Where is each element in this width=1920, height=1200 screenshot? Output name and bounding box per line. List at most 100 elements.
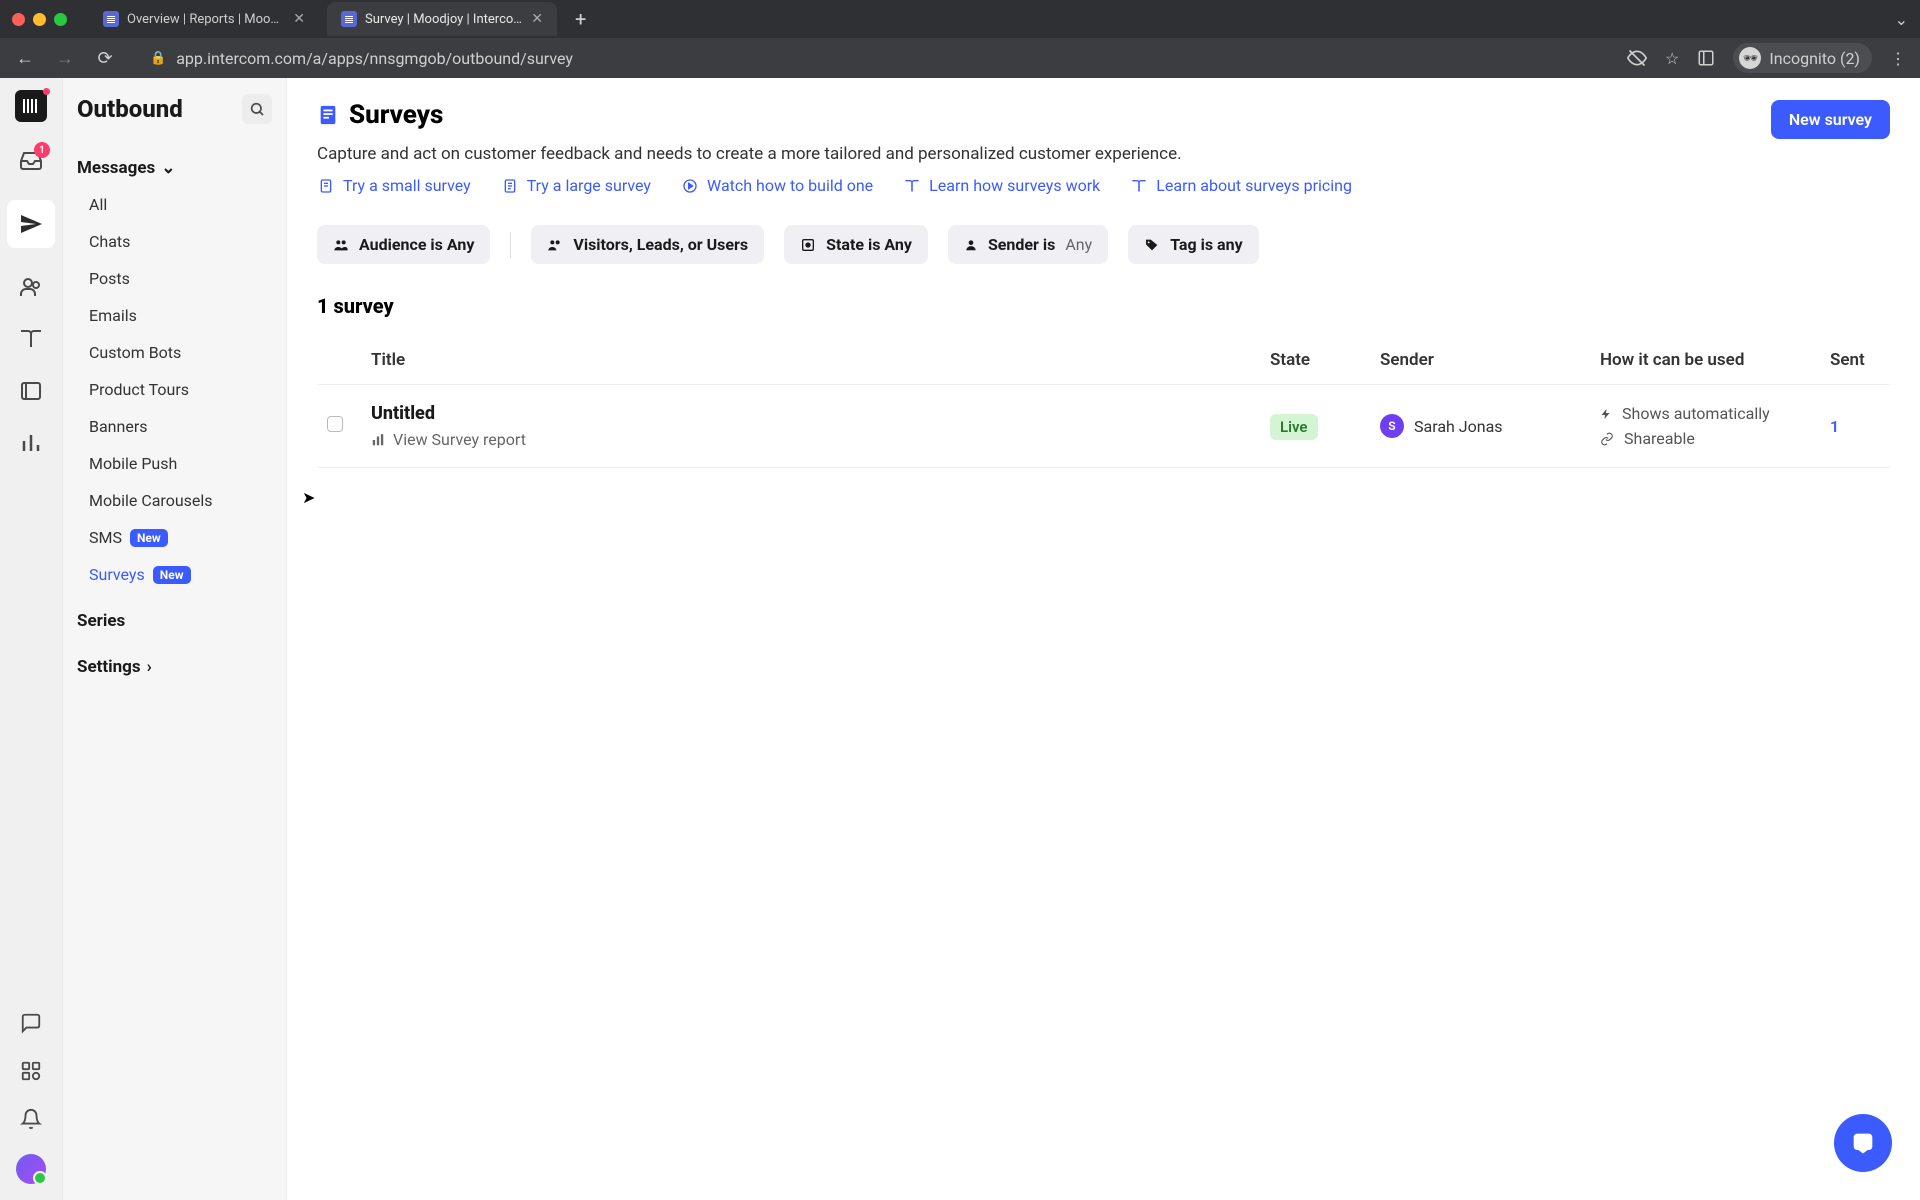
- sidebar-item-emails[interactable]: Emails: [63, 297, 286, 334]
- tab-title: Survey | Moodjoy | Intercom: [365, 12, 523, 27]
- lock-icon: 🔒: [150, 51, 166, 66]
- window-controls: [12, 13, 67, 26]
- tabs-dropdown-icon[interactable]: ⌄: [1895, 10, 1908, 29]
- new-survey-button[interactable]: New survey: [1771, 100, 1890, 139]
- minimize-window-button[interactable]: [33, 13, 46, 26]
- eye-off-icon[interactable]: [1627, 48, 1647, 68]
- rail-contacts[interactable]: [18, 274, 44, 300]
- doc-icon: [501, 177, 519, 195]
- filter-row: Audience is Any Visitors, Leads, or User…: [317, 225, 1890, 264]
- state-badge: Live: [1270, 414, 1318, 440]
- rail-user-avatar[interactable]: [16, 1154, 46, 1184]
- rail-reports[interactable]: [18, 430, 44, 456]
- sidebar-item-mobile-push[interactable]: Mobile Push: [63, 445, 286, 482]
- state-icon: [800, 237, 816, 253]
- reload-button[interactable]: ⟳: [94, 48, 116, 69]
- filter-audience[interactable]: Audience is Any: [317, 225, 490, 264]
- sidebar-item-surveys[interactable]: Surveys New: [63, 556, 286, 593]
- survey-icon: [317, 102, 339, 128]
- incognito-icon: 🕶: [1739, 47, 1761, 69]
- rail-articles[interactable]: [18, 326, 44, 352]
- intercom-favicon: [103, 11, 119, 27]
- chart-icon: [371, 433, 385, 447]
- browser-tab-overview[interactable]: Overview | Reports | Moodjoy ✕: [89, 2, 319, 36]
- sidebar-group-series[interactable]: Series: [63, 603, 286, 639]
- browser-chrome: Overview | Reports | Moodjoy ✕ Survey | …: [0, 0, 1920, 78]
- sidebar-search-button[interactable]: [242, 94, 272, 124]
- help-link-try-large[interactable]: Try a large survey: [501, 176, 651, 195]
- sidebar-item-all[interactable]: All: [63, 186, 286, 223]
- sidebar-group-settings[interactable]: Settings ›: [63, 649, 286, 685]
- sidebar-item-mobile-carousels[interactable]: Mobile Carousels: [63, 482, 286, 519]
- sidebar-group-messages[interactable]: Messages ⌄: [63, 150, 286, 186]
- help-link-try-small[interactable]: Try a small survey: [317, 176, 471, 195]
- close-tab-icon[interactable]: ✕: [531, 11, 543, 27]
- rail-notifications[interactable]: [18, 1106, 44, 1132]
- sidebar-item-chats[interactable]: Chats: [63, 223, 286, 260]
- col-sent[interactable]: Sent: [1820, 336, 1890, 385]
- book-icon: [903, 177, 921, 195]
- sender-name: Sarah Jonas: [1414, 417, 1503, 436]
- mouse-cursor-icon: ➤: [302, 488, 315, 507]
- sidebar-item-custom-bots[interactable]: Custom Bots: [63, 334, 286, 371]
- forward-button[interactable]: →: [54, 48, 76, 69]
- maximize-window-button[interactable]: [54, 13, 67, 26]
- rail-operator[interactable]: [18, 378, 44, 404]
- main-content: Surveys Capture and act on customer feed…: [287, 78, 1920, 1200]
- row-report-link[interactable]: View Survey report: [371, 430, 1250, 449]
- rail-messenger[interactable]: [18, 1010, 44, 1036]
- sidebar-item-banners[interactable]: Banners: [63, 408, 286, 445]
- close-window-button[interactable]: [12, 13, 25, 26]
- row-checkbox[interactable]: [327, 416, 343, 432]
- col-usage[interactable]: How it can be used: [1590, 336, 1820, 385]
- filter-state[interactable]: State is Any: [784, 225, 928, 264]
- sidebar-item-label: Surveys: [89, 565, 145, 584]
- survey-count: 1 survey: [317, 294, 1890, 318]
- intercom-logo[interactable]: [15, 90, 47, 122]
- incognito-label: Incognito (2): [1769, 49, 1860, 68]
- chevron-right-icon: ›: [147, 657, 152, 677]
- row-title: Untitled: [371, 403, 1250, 424]
- help-link-learn-pricing[interactable]: Learn about surveys pricing: [1130, 176, 1352, 195]
- usage-shareable: Shareable: [1624, 429, 1695, 448]
- sender-avatar: S: [1380, 414, 1404, 438]
- reading-list-icon[interactable]: [1697, 49, 1715, 67]
- rail-apps[interactable]: [18, 1058, 44, 1084]
- new-badge: New: [153, 566, 191, 584]
- back-button[interactable]: ←: [14, 48, 36, 69]
- bookmark-star-icon[interactable]: ☆: [1665, 49, 1679, 68]
- col-title[interactable]: Title: [361, 336, 1260, 385]
- intercom-favicon: [341, 11, 357, 27]
- intercom-chat-fab[interactable]: [1834, 1114, 1892, 1172]
- new-tab-button[interactable]: +: [565, 7, 596, 31]
- rail-outbound[interactable]: [7, 200, 55, 248]
- help-link-learn-how[interactable]: Learn how surveys work: [903, 176, 1100, 195]
- page-subtitle: Capture and act on customer feedback and…: [317, 144, 1352, 164]
- browser-action-icons: ☆ 🕶 Incognito (2) ⋮: [1627, 43, 1906, 73]
- book-icon: [1130, 177, 1148, 195]
- chevron-down-icon: ⌄: [161, 158, 175, 178]
- kebab-menu-icon[interactable]: ⋮: [1890, 49, 1906, 68]
- page-title: Surveys: [349, 100, 443, 130]
- incognito-indicator[interactable]: 🕶 Incognito (2): [1733, 43, 1872, 73]
- tag-icon: [1144, 237, 1160, 253]
- help-link-watch[interactable]: Watch how to build one: [681, 176, 873, 195]
- surveys-table: Title State Sender How it can be used Se…: [317, 336, 1890, 468]
- sidebar-item-posts[interactable]: Posts: [63, 260, 286, 297]
- filter-sender[interactable]: Sender is Any: [948, 225, 1108, 264]
- filter-visitors[interactable]: Visitors, Leads, or Users: [531, 225, 764, 264]
- sidebar-item-product-tours[interactable]: Product Tours: [63, 371, 286, 408]
- sent-count[interactable]: 1: [1830, 417, 1839, 436]
- browser-tab-survey[interactable]: Survey | Moodjoy | Intercom ✕: [327, 2, 557, 36]
- col-state[interactable]: State: [1260, 336, 1370, 385]
- new-badge: New: [130, 529, 168, 547]
- address-bar[interactable]: 🔒 app.intercom.com/a/apps/nnsgmgob/outbo…: [134, 42, 1609, 74]
- rail-inbox[interactable]: 1: [18, 148, 44, 174]
- tab-title: Overview | Reports | Moodjoy: [127, 12, 285, 27]
- sidebar-item-sms[interactable]: SMS New: [63, 519, 286, 556]
- filter-tag[interactable]: Tag is any: [1128, 225, 1258, 264]
- col-sender[interactable]: Sender: [1370, 336, 1590, 385]
- divider: [510, 232, 511, 258]
- table-row[interactable]: Untitled View Survey report Live S Sarah…: [317, 385, 1890, 468]
- close-tab-icon[interactable]: ✕: [293, 11, 305, 27]
